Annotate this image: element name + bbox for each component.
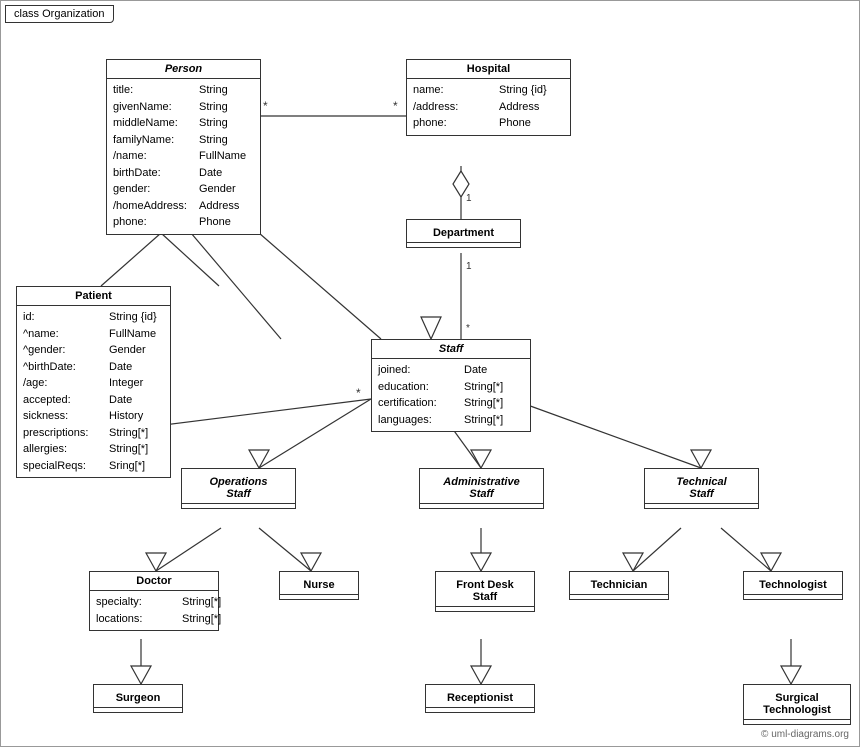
person-attrs: title:String givenName:String middleName… xyxy=(107,79,260,234)
hospital-class: Hospital name:String {id} /address:Addre… xyxy=(406,59,571,136)
surgeon-title: Surgeon xyxy=(94,689,182,708)
admin-staff-class: AdministrativeStaff xyxy=(419,468,544,509)
department-title: Department xyxy=(407,224,520,243)
technologist-class: Technologist xyxy=(743,571,843,600)
patient-attrs: id:String {id} ^name:FullName ^gender:Ge… xyxy=(17,306,170,477)
nurse-class: Nurse xyxy=(279,571,359,600)
hospital-title: Hospital xyxy=(407,60,570,79)
technical-staff-title: TechnicalStaff xyxy=(645,473,758,504)
copyright: © uml-diagrams.org xyxy=(761,729,849,740)
svg-text:1: 1 xyxy=(466,193,472,204)
patient-class: Patient id:String {id} ^name:FullName ^g… xyxy=(16,286,171,478)
department-class: Department xyxy=(406,219,521,248)
person-class: Person title:String givenName:String mid… xyxy=(106,59,261,235)
staff-attrs: joined:Date education:String[*] certific… xyxy=(372,359,530,431)
receptionist-class: Receptionist xyxy=(425,684,535,713)
svg-text:*: * xyxy=(466,323,470,334)
staff-title: Staff xyxy=(372,340,530,359)
admin-staff-title: AdministrativeStaff xyxy=(420,473,543,504)
surgical-technologist-title: SurgicalTechnologist xyxy=(744,689,850,720)
surgeon-class: Surgeon xyxy=(93,684,183,713)
technologist-title: Technologist xyxy=(744,576,842,595)
patient-title: Patient xyxy=(17,287,170,306)
svg-text:*: * xyxy=(263,99,268,113)
front-desk-staff-class: Front DeskStaff xyxy=(435,571,535,612)
diagram-container: class Organization * * 1 * 1 * xyxy=(0,0,860,747)
doctor-title: Doctor xyxy=(90,572,218,591)
technician-title: Technician xyxy=(570,576,668,595)
doctor-attrs: specialty:String[*] locations:String[*] xyxy=(90,591,218,630)
operations-staff-title: OperationsStaff xyxy=(182,473,295,504)
staff-class: Staff joined:Date education:String[*] ce… xyxy=(371,339,531,432)
person-title: Person xyxy=(107,60,260,79)
svg-text:*: * xyxy=(393,99,398,113)
nurse-title: Nurse xyxy=(280,576,358,595)
operations-staff-class: OperationsStaff xyxy=(181,468,296,509)
svg-text:*: * xyxy=(356,386,361,400)
hospital-attrs: name:String {id} /address:Address phone:… xyxy=(407,79,570,135)
surgical-technologist-class: SurgicalTechnologist xyxy=(743,684,851,725)
front-desk-staff-title: Front DeskStaff xyxy=(436,576,534,607)
technical-staff-class: TechnicalStaff xyxy=(644,468,759,509)
doctor-class: Doctor specialty:String[*] locations:Str… xyxy=(89,571,219,631)
diagram-title: class Organization xyxy=(5,5,114,23)
technician-class: Technician xyxy=(569,571,669,600)
svg-text:1: 1 xyxy=(466,261,472,272)
receptionist-title: Receptionist xyxy=(426,689,534,708)
